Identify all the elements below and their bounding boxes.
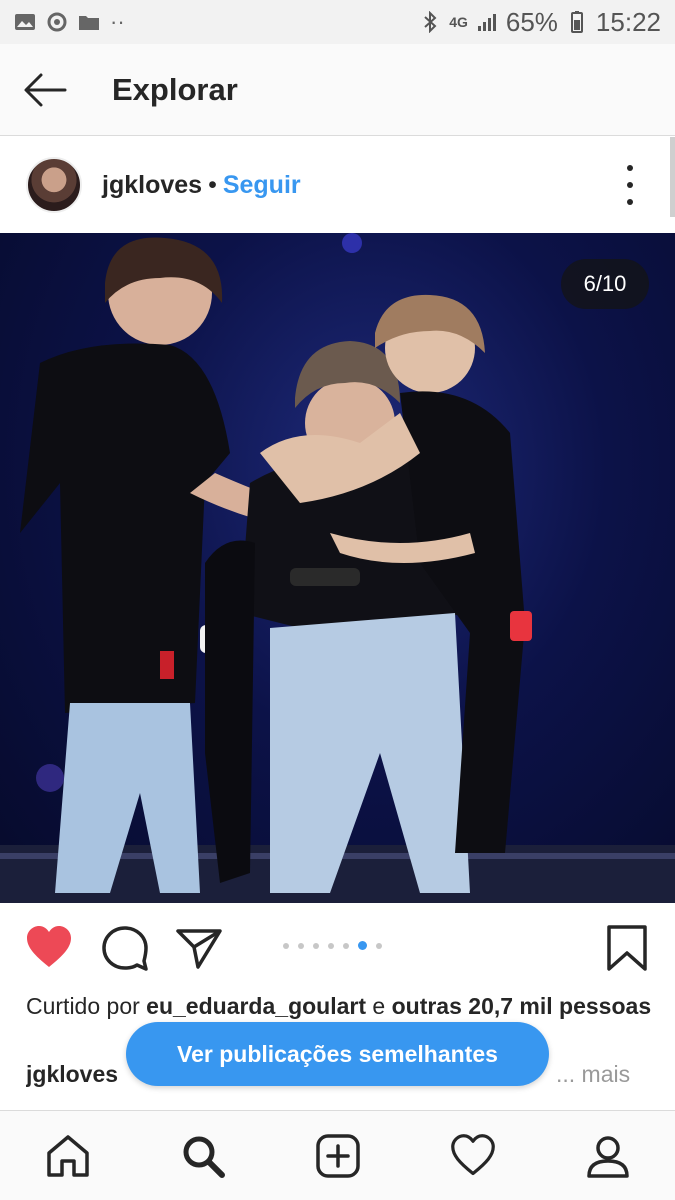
nav-add-post[interactable] [308,1126,368,1186]
heart-filled-icon [27,926,71,967]
nav-profile[interactable] [578,1126,638,1186]
carousel-dot [376,942,382,949]
post-username[interactable]: jgkloves [102,171,202,200]
more-options-button[interactable] [615,165,645,205]
battery-icon [570,11,583,33]
likes-summary: Curtido por eu_eduarda_goulart e outras … [26,990,656,1022]
battery-level: 65% [505,6,558,37]
save-button[interactable] [602,923,652,973]
comment-icon [102,926,148,971]
send-icon [176,929,222,969]
nav-home[interactable] [38,1126,98,1186]
comment-button[interactable] [100,923,150,973]
post-header: jgkloves • Seguir [0,137,675,233]
likes-conjunction: e [372,993,386,1019]
scrollbar[interactable] [670,137,675,217]
carousel-dot [328,942,334,949]
post-photo[interactable]: 6/10 [0,233,675,903]
search-icon [183,1136,225,1178]
image-icon [15,14,35,30]
nav-search[interactable] [173,1126,233,1186]
caption-username[interactable]: jgkloves [26,1061,118,1087]
likes-prefix: Curtido por [26,993,140,1019]
back-button[interactable] [0,44,90,136]
sync-icon [47,12,67,32]
avatar[interactable] [26,157,82,213]
carousel-counter: 6/10 [561,259,649,309]
folder-icon [79,16,99,30]
bookmark-icon [607,925,647,971]
signal-icon [477,14,496,31]
status-bar: ·· 4G 65% 15:22 [0,0,675,44]
clock: 15:22 [595,6,661,37]
carousel-dot [343,942,349,949]
follow-button[interactable]: Seguir [223,171,301,200]
arrow-left-icon [24,73,67,106]
network-type: 4G [449,14,468,30]
bottom-nav [0,1110,675,1200]
share-button[interactable] [174,923,224,973]
carousel-dot [283,942,289,949]
status-right: 4G 65% 15:22 [419,7,661,38]
photo-illustration [0,233,675,903]
carousel-dot [313,942,319,949]
likes-others-link[interactable]: outras 20,7 mil pessoas [392,993,652,1019]
carousel-indicator [283,941,382,950]
carousel-dot [298,942,304,949]
profile-icon [586,1135,629,1178]
bluetooth-icon [424,11,437,33]
home-icon [46,1134,89,1177]
caption-more-link[interactable]: ... mais [552,1058,631,1090]
likes-user-link[interactable]: eu_eduarda_goulart [146,993,366,1019]
app-header: Explorar [0,44,675,136]
see-similar-posts-button[interactable]: Ver publicações semelhantes [126,1022,549,1086]
more-notifications-icon: ·· [110,9,125,34]
like-button[interactable] [24,923,74,973]
nav-activity[interactable] [443,1126,503,1186]
add-post-icon [315,1133,360,1178]
post-meta-faded [26,1100,626,1110]
status-left-icons: ·· [14,9,125,35]
heart-outline-icon [450,1133,495,1175]
more-vertical-icon [627,165,633,171]
carousel-dot-active [358,941,367,950]
page-title: Explorar [112,71,238,107]
separator-dot: • [208,170,217,199]
